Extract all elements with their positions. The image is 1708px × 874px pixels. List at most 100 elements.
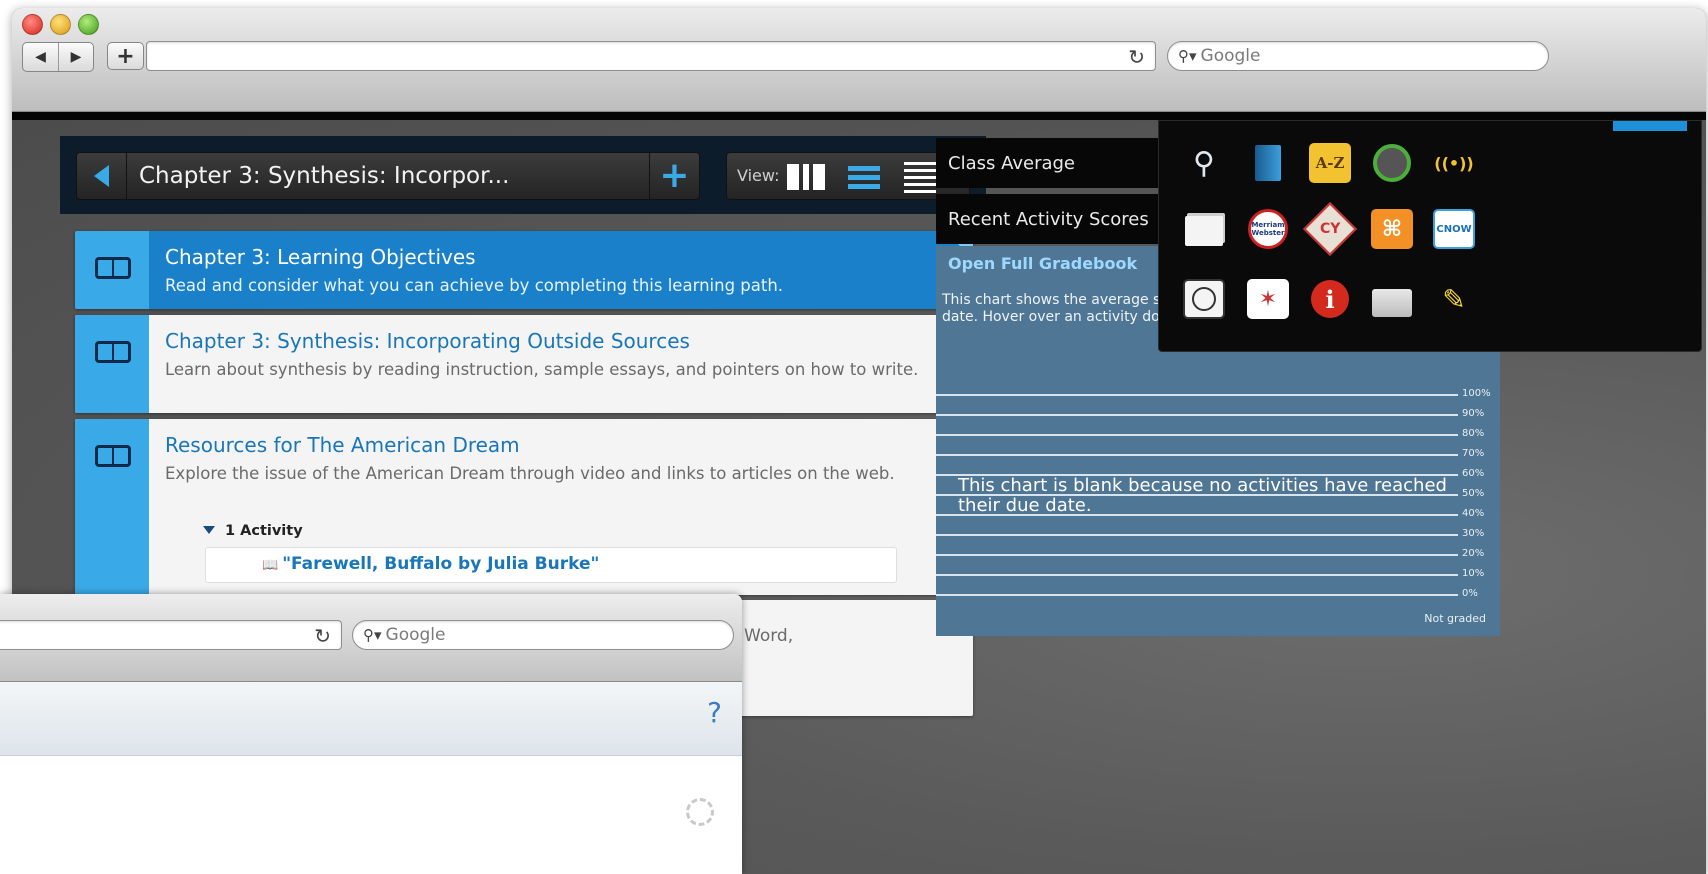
dock-tab[interactable] — [1613, 121, 1687, 131]
forward-arrow-icon: ▶ — [70, 49, 82, 65]
add-chapter-button[interactable]: + — [649, 153, 699, 199]
zoom-window-button[interactable] — [78, 14, 99, 35]
merriam-webster-icon[interactable]: Merriam Webster — [1247, 209, 1289, 249]
item-description: Read and consider what you can achieve b… — [165, 276, 784, 295]
triangle-down-icon — [203, 526, 215, 534]
reload-icon[interactable]: ↻ — [1128, 45, 1145, 69]
previous-chapter-button[interactable] — [77, 153, 127, 199]
briefcase-icon[interactable] — [1371, 283, 1413, 323]
chart-gridline — [936, 454, 1458, 456]
chart-tick-label: 60% — [1462, 468, 1485, 479]
search-field[interactable]: ⚲▾ Google — [352, 620, 734, 650]
chart-tick-label: 80% — [1462, 428, 1485, 439]
chart-gridline — [936, 414, 1458, 416]
gear-icon[interactable] — [686, 798, 714, 826]
chart-tick-label: 50% — [1462, 488, 1485, 499]
chart-tick-label: 40% — [1462, 508, 1485, 519]
compact-list-icon — [904, 161, 936, 165]
chapter-title: Chapter 3: Synthesis: Incorpor... — [139, 163, 510, 189]
search-placeholder: Google — [1200, 46, 1261, 66]
book-icon: 📖 — [262, 558, 279, 573]
view-list-button[interactable] — [843, 159, 885, 195]
search-icon: ⚲▾ — [1178, 47, 1197, 65]
reload-icon[interactable]: ↻ — [314, 624, 331, 648]
search-field[interactable]: ⚲▾ Google — [1167, 41, 1549, 71]
chart-gridline — [936, 394, 1458, 396]
learning-path-header: Chapter 3: Synthesis: Incorpor... + View… — [60, 136, 986, 214]
close-window-button[interactable] — [22, 14, 43, 35]
cnow-icon[interactable]: CNOW — [1433, 209, 1475, 249]
history-nav: ◀ ▶ — [22, 42, 94, 72]
toolbar-divider — [12, 112, 1706, 120]
info-icon[interactable]: i — [1309, 279, 1351, 319]
learning-path-item[interactable]: Chapter 3: Synthesis: Incorporating Outs… — [75, 315, 973, 413]
search-tool-icon[interactable]: ⚲ — [1183, 143, 1225, 183]
blank-chart-message: This chart is blank because no activitie… — [958, 475, 1447, 516]
item-description: Explore the issue of the American Dream … — [165, 464, 895, 483]
chart-tick-label: 100% — [1462, 388, 1491, 399]
chart-gridline — [936, 534, 1458, 536]
highlighter-icon[interactable]: ✎ — [1433, 279, 1475, 319]
book-icon — [95, 445, 131, 469]
citation-icon[interactable]: ✶ — [1247, 279, 1289, 319]
flashcards-icon[interactable] — [1183, 211, 1225, 251]
new-tab-button[interactable]: + — [107, 42, 144, 70]
chart-tick-label: 20% — [1462, 548, 1485, 559]
forward-button[interactable]: ▶ — [58, 43, 93, 71]
ebook-icon[interactable] — [1247, 143, 1289, 183]
chart-tick-label: 0% — [1462, 588, 1478, 599]
address-bar[interactable]: ↻ — [146, 41, 1156, 71]
cy-tool-icon[interactable]: CY — [1303, 202, 1357, 256]
address-bar[interactable]: ↻ — [0, 620, 342, 650]
item-title[interactable]: Chapter 3: Learning Objectives — [165, 245, 476, 269]
list-icon — [848, 165, 880, 171]
profile-avatar-icon[interactable] — [1371, 143, 1413, 183]
window-controls — [22, 14, 99, 35]
learning-path-item[interactable]: Chapter 3: Learning Objectives Read and … — [75, 231, 973, 309]
item-title[interactable]: Chapter 3: Synthesis: Incorporating Outs… — [165, 329, 690, 353]
browser-chrome: ◀ ▶ + ↻ ⚲▾ Google — [12, 8, 1706, 112]
chart-tick-label: 90% — [1462, 408, 1485, 419]
chart-tick-label: 70% — [1462, 448, 1485, 459]
plus-icon: + — [659, 155, 690, 196]
chevron-left-icon — [94, 165, 109, 187]
chart-gridline — [936, 594, 1458, 596]
page-header: ? — [0, 682, 742, 756]
browser-chrome: ↻ ⚲▾ Google — [0, 594, 742, 682]
view-compact-button[interactable] — [899, 159, 941, 195]
minimize-window-button[interactable] — [50, 14, 71, 35]
tools-dock: ⚲ A-Z ((•)) Merriam Webster CY ⌘ CNOW ✶ … — [1158, 120, 1702, 352]
learning-path-item[interactable]: Resources for The American Dream Explore… — [75, 419, 973, 595]
book-icon — [95, 341, 131, 365]
item-title[interactable]: Resources for The American Dream — [165, 433, 520, 457]
back-arrow-icon: ◀ — [35, 49, 46, 65]
view-columns-button[interactable] — [785, 159, 827, 195]
item-description: Learn about synthesis by reading instruc… — [165, 360, 919, 379]
activity-link[interactable]: 📖 "Farewell, Buffalo by Julia Burke" — [262, 554, 599, 574]
help-button[interactable]: ? — [707, 696, 722, 729]
rss-feed-icon[interactable]: ⌘ — [1371, 209, 1413, 249]
item-description-partial: Word, — [744, 626, 794, 646]
chapter-selector[interactable]: Chapter 3: Synthesis: Incorpor... + — [76, 152, 700, 200]
chart-tick-label: 10% — [1462, 568, 1485, 579]
chart-gridline — [936, 574, 1458, 576]
view-label: View: — [737, 166, 780, 185]
chart-tick-label: 30% — [1462, 528, 1485, 539]
activity-toggle[interactable]: 1 Activity — [203, 523, 303, 539]
search-placeholder: Google — [385, 625, 446, 645]
book-icon — [95, 257, 131, 281]
activity-row[interactable]: 📖 "Farewell, Buffalo by Julia Burke" — [205, 547, 897, 583]
columns-icon — [787, 164, 799, 190]
chart-gridline — [936, 434, 1458, 436]
plus-icon: + — [116, 43, 135, 69]
glossary-az-icon[interactable]: A-Z — [1309, 143, 1351, 183]
browser-window-front: ↻ ⚲▾ Google ? — [0, 594, 742, 874]
activity-count: 1 Activity — [225, 523, 303, 539]
audio-icon[interactable]: ((•)) — [1433, 143, 1475, 183]
back-button[interactable]: ◀ — [23, 43, 58, 71]
search-icon: ⚲▾ — [363, 626, 382, 644]
open-gradebook-link[interactable]: Open Full Gradebook — [948, 254, 1137, 273]
not-graded-label: Not graded — [1424, 612, 1486, 625]
timer-icon[interactable] — [1183, 279, 1225, 319]
view-switcher: View: — [726, 152, 970, 200]
